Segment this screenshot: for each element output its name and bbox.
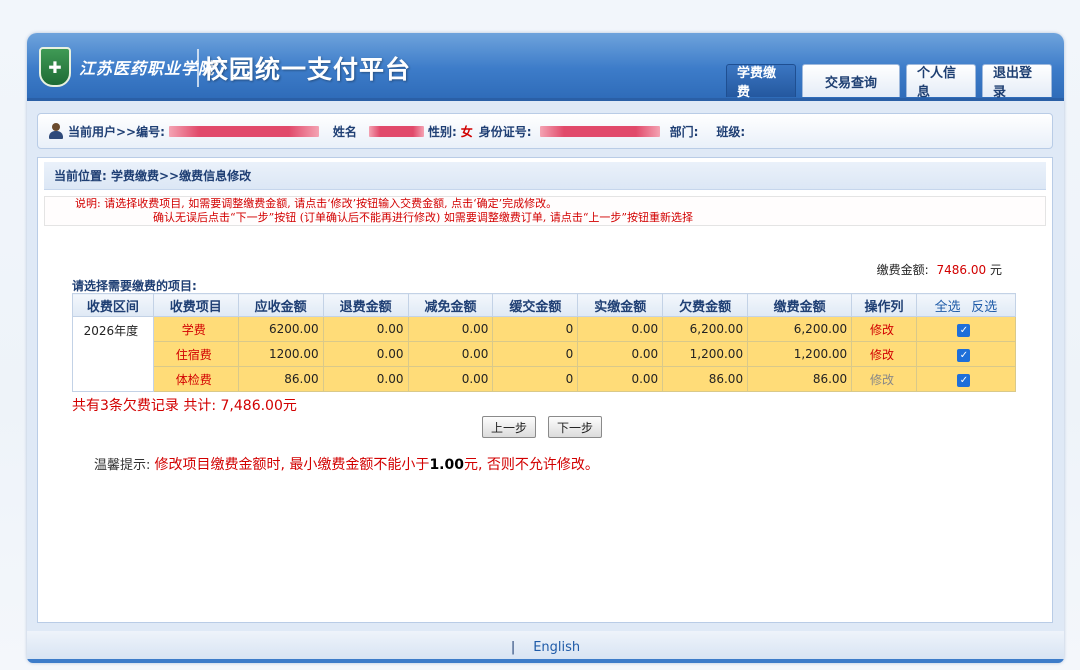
- payment-cell: 6,200.00: [747, 316, 853, 342]
- tip-text-before: 修改项目缴费金额时, 最小缴费金额不能小于: [154, 457, 430, 473]
- language-link[interactable]: English: [533, 640, 580, 655]
- nav-logout[interactable]: 退出登录: [982, 64, 1052, 100]
- class-label: 班级:: [716, 124, 746, 139]
- col-operation: 操作列: [851, 293, 917, 317]
- col-payment: 缴费金额: [747, 293, 853, 317]
- notice-line-1: 说明: 请选择收费项目, 如需要调整缴费金额, 请点击‘修改’按钮输入交费金额,…: [75, 197, 558, 210]
- payment-total-label: 缴费金额:: [876, 263, 929, 277]
- table-row: 住宿费 1200.00 0.00 0.00 0 0.00 1,200.00 1,…: [73, 341, 1017, 367]
- current-user-label: 当前用户>>编号:: [68, 124, 165, 139]
- deferred-cell: 0: [492, 341, 579, 367]
- row-checkbox-cell: ✓: [915, 366, 1017, 392]
- arrears-cell: 1,200.00: [662, 341, 749, 367]
- nav-tuition-payment[interactable]: 学费缴费: [726, 64, 796, 100]
- paid-cell: 0.00: [577, 366, 664, 392]
- platform-title: 校园统一支付平台: [203, 55, 412, 84]
- modify-link-disabled: 修改: [851, 366, 917, 392]
- col-period: 收费区间: [72, 293, 154, 317]
- notice-line-2: 确认无误后点击“下一步”按钮 (订单确认后不能再进行修改) 如需要调整缴费订单,…: [153, 211, 694, 224]
- arrears-cell: 86.00: [662, 366, 749, 392]
- item-cell: 体检费: [152, 366, 239, 392]
- item-cell: 住宿费: [152, 341, 239, 367]
- arrears-summary: 共有3条欠费记录 共计: 7,486.00元: [72, 398, 297, 414]
- top-nav: 学费缴费 交易查询 个人信息 退出登录: [726, 64, 1052, 100]
- nav-transaction-query[interactable]: 交易查询: [802, 64, 900, 97]
- col-arrears: 欠费金额: [662, 293, 749, 317]
- redacted-id-number: [539, 125, 660, 137]
- table-row: 体检费 86.00 0.00 0.00 0 0.00 86.00 86.00 修…: [73, 366, 1017, 392]
- receivable-cell: 1200.00: [237, 341, 324, 367]
- redacted-id: [168, 125, 319, 137]
- footer-separator: |: [510, 639, 516, 655]
- col-receivable: 应收金额: [237, 293, 324, 317]
- user-info-bar: 当前用户>>编号: 姓名 性别: 女 身份证号: 部门: 班级:: [37, 113, 1053, 149]
- col-paid: 实缴金额: [577, 293, 664, 317]
- tip-min-amount: 1.00: [429, 457, 464, 473]
- payment-cell: 86.00: [747, 366, 853, 392]
- reduction-cell: 0.00: [407, 341, 494, 367]
- paid-cell: 0.00: [577, 316, 664, 342]
- prev-step-button[interactable]: 上一步: [482, 416, 537, 438]
- fee-items-table: 收费区间 收费项目 应收金额 退费金额 减免金额 缓交金额 实缴金额 欠费金额 …: [72, 293, 1017, 392]
- user-icon: [48, 123, 64, 139]
- instruction-notice: 说明: 请选择收费项目, 如需要调整缴费金额, 请点击‘修改’按钮输入交费金额,…: [44, 196, 1046, 226]
- app-frame: ✚ 江苏医药职业学院 校园统一支付平台 学费缴费 交易查询 个人信息 退出登录 …: [27, 33, 1064, 663]
- redacted-name: [368, 125, 424, 137]
- receivable-cell: 86.00: [237, 366, 324, 392]
- period-cell: 2026年度: [72, 316, 154, 392]
- breadcrumb: 当前位置: 学费缴费>>缴费信息修改: [44, 162, 1046, 190]
- payment-total-amount: 7486.00: [936, 263, 987, 277]
- row-checkbox[interactable]: ✓: [957, 348, 971, 362]
- refund-cell: 0.00: [322, 316, 409, 342]
- row-checkbox-cell: ✓: [915, 316, 1017, 342]
- name-label: 姓名: [332, 124, 357, 139]
- gender-value: 女: [460, 124, 473, 139]
- reduction-cell: 0.00: [407, 366, 494, 392]
- payment-cell: 1,200.00: [747, 341, 853, 367]
- select-all-link[interactable]: 全选: [935, 300, 961, 315]
- modify-link[interactable]: 修改: [851, 316, 917, 342]
- id-number-label: 身份证号:: [478, 124, 532, 139]
- tip-text-after: 元, 否则不允许修改。: [463, 457, 599, 473]
- receivable-cell: 6200.00: [237, 316, 324, 342]
- school-name: 江苏医药职业学院: [79, 59, 216, 78]
- school-logo-icon: ✚: [39, 47, 71, 87]
- row-checkbox-cell: ✓: [915, 341, 1017, 367]
- main-content: 当前位置: 学费缴费>>缴费信息修改 说明: 请选择收费项目, 如需要调整缴费金…: [37, 157, 1053, 623]
- payment-total: 缴费金额: 7486.00 元: [877, 261, 1002, 278]
- table-row: 2026年度 学费 6200.00 0.00 0.00 0 0.00 6,200…: [72, 316, 1017, 392]
- row-checkbox[interactable]: ✓: [957, 323, 971, 337]
- footer-bottom-line: [27, 659, 1064, 663]
- nav-personal-info[interactable]: 个人信息: [906, 64, 976, 100]
- reduction-cell: 0.00: [407, 316, 494, 342]
- select-items-label: 请选择需要缴费的项目:: [72, 279, 197, 293]
- warm-tip: 温馨提示: 修改项目缴费金额时, 最小缴费金额不能小于1.00元, 否则不允许修…: [94, 454, 599, 474]
- col-reduction: 减免金额: [407, 293, 494, 317]
- refund-cell: 0.00: [322, 366, 409, 392]
- col-select: 全选 反选: [915, 293, 1017, 317]
- item-cell: 学费: [152, 316, 239, 342]
- row-checkbox[interactable]: ✓: [957, 373, 971, 387]
- col-refund: 退费金额: [322, 293, 409, 317]
- refund-cell: 0.00: [322, 341, 409, 367]
- footer: | English: [27, 631, 1064, 663]
- deferred-cell: 0: [492, 316, 579, 342]
- deferred-cell: 0: [492, 366, 579, 392]
- gender-label: 性别:: [427, 124, 457, 139]
- next-step-button[interactable]: 下一步: [548, 416, 603, 438]
- department-label: 部门:: [669, 124, 699, 139]
- header-divider: [197, 49, 199, 87]
- modify-link[interactable]: 修改: [851, 341, 917, 367]
- payment-total-unit: 元: [989, 263, 1002, 277]
- paid-cell: 0.00: [577, 341, 664, 367]
- step-buttons: 上一步 下一步: [482, 416, 603, 438]
- header: ✚ 江苏医药职业学院 校园统一支付平台 学费缴费 交易查询 个人信息 退出登录: [27, 33, 1064, 101]
- tip-label: 温馨提示:: [94, 458, 151, 473]
- col-deferred: 缓交金额: [492, 293, 579, 317]
- invert-selection-link[interactable]: 反选: [971, 300, 997, 315]
- col-item: 收费项目: [152, 293, 239, 317]
- arrears-cell: 6,200.00: [662, 316, 749, 342]
